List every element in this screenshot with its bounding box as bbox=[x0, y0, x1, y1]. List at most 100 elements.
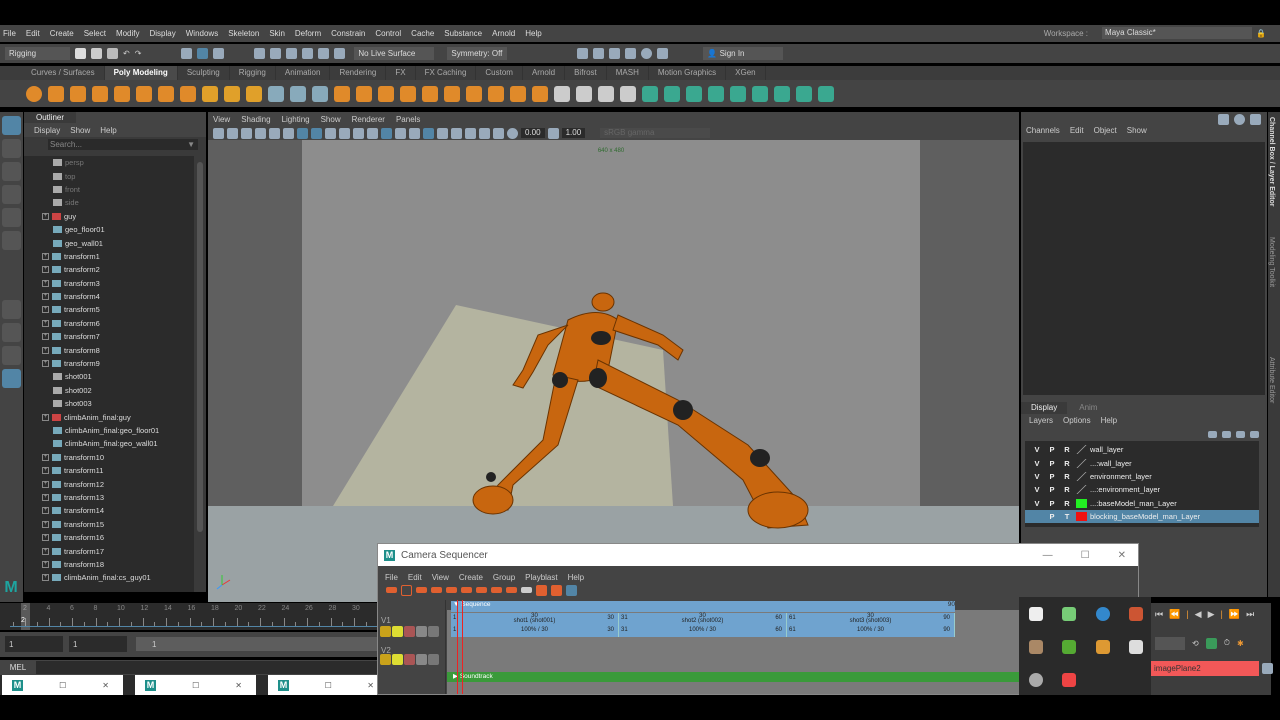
layer-color-swatch[interactable] bbox=[1076, 471, 1087, 481]
expand-icon[interactable]: + bbox=[42, 212, 49, 220]
viewport-menu-renderer[interactable]: Renderer bbox=[352, 115, 385, 124]
restore-icon[interactable]: ☐ bbox=[325, 681, 332, 690]
shelf-tab-sculpting[interactable]: Sculpting bbox=[178, 66, 230, 80]
seq-menu-edit[interactable]: Edit bbox=[408, 573, 422, 582]
multi-cut-icon[interactable] bbox=[554, 85, 570, 102]
shelf-tab-rigging[interactable]: Rigging bbox=[230, 66, 276, 80]
menu-select[interactable]: Select bbox=[84, 29, 106, 38]
sign-in-button[interactable]: 👤 Sign In bbox=[703, 47, 784, 60]
expand-icon[interactable]: + bbox=[42, 507, 49, 515]
outliner-item[interactable]: + transform2 bbox=[24, 263, 194, 276]
expand-icon[interactable]: + bbox=[42, 480, 49, 488]
nvidia-icon[interactable] bbox=[1062, 640, 1076, 654]
poly-cube-icon[interactable] bbox=[48, 85, 64, 102]
type-icon[interactable] bbox=[224, 85, 240, 102]
layer-toggle-v[interactable]: V bbox=[1031, 459, 1043, 468]
viewport-menu-show[interactable]: Show bbox=[321, 115, 341, 124]
new-layer-selected-icon[interactable] bbox=[1250, 430, 1259, 438]
shelf-tab-motion-graphics[interactable]: Motion Graphics bbox=[649, 66, 727, 80]
open-scene-icon[interactable] bbox=[91, 48, 102, 59]
boolean-icon[interactable] bbox=[334, 85, 350, 102]
shelf-tab-curves[interactable]: Curves / Surfaces bbox=[22, 66, 105, 80]
mute-icon[interactable] bbox=[521, 587, 532, 593]
side-tab-channel-box[interactable]: Channel Box / Layer Editor bbox=[1268, 112, 1275, 232]
menu-display[interactable]: Display bbox=[150, 29, 176, 38]
outliner-item[interactable]: + transform5 bbox=[24, 303, 194, 316]
layer-toggle-v[interactable]: V bbox=[1031, 445, 1043, 454]
layer-toggle-p[interactable]: P bbox=[1046, 445, 1058, 454]
create-shot-icon[interactable] bbox=[386, 587, 397, 593]
camera-select-icon[interactable] bbox=[213, 127, 224, 139]
xray-icon[interactable] bbox=[423, 127, 434, 139]
range-slider[interactable]: 1 bbox=[136, 637, 378, 651]
command-input[interactable] bbox=[36, 661, 378, 674]
roll-icon[interactable] bbox=[491, 587, 502, 593]
menu-arnold[interactable]: Arnold bbox=[492, 29, 515, 38]
pause-icon[interactable] bbox=[657, 48, 669, 59]
layer-menu-layers[interactable]: Layers bbox=[1029, 416, 1053, 425]
shot-clip[interactable]: 1 30 30 shot1 (shot001) 100% / 30 1 30 bbox=[451, 613, 619, 637]
render-settings-icon[interactable] bbox=[625, 48, 637, 59]
expand-icon[interactable]: + bbox=[42, 493, 49, 501]
outliner-item[interactable]: + climbAnim_final:cs_guy01 bbox=[24, 571, 194, 584]
viewport-3d-view[interactable]: 640 x 480 bbox=[208, 140, 1019, 602]
frame-all-icon[interactable] bbox=[566, 584, 577, 596]
expand-icon[interactable]: + bbox=[42, 346, 49, 354]
poly-cone-icon[interactable] bbox=[92, 85, 108, 102]
shelf-tab-fx-caching[interactable]: FX Caching bbox=[416, 66, 477, 80]
scale-tool-icon[interactable] bbox=[2, 231, 21, 250]
outliner-item[interactable]: + guy bbox=[24, 210, 194, 223]
automatic-map-icon[interactable] bbox=[730, 85, 746, 102]
loop-icon[interactable]: ⟲ bbox=[1192, 639, 1199, 648]
color-space-dropdown[interactable]: sRGB gamma bbox=[600, 128, 711, 138]
side-tab-attribute-editor[interactable]: Attribute Editor bbox=[1268, 352, 1275, 472]
outliner-item[interactable]: + transform11 bbox=[24, 464, 194, 477]
smooth-shade-icon[interactable] bbox=[381, 127, 392, 139]
wireframe-on-shaded-icon[interactable] bbox=[395, 127, 406, 139]
expand-icon[interactable]: + bbox=[42, 306, 49, 314]
menu-skin[interactable]: Skin bbox=[269, 29, 285, 38]
film-gate-icon[interactable] bbox=[283, 127, 294, 139]
ambient-occlusion-icon[interactable] bbox=[465, 127, 476, 139]
layer-color-swatch[interactable] bbox=[1076, 485, 1087, 495]
playback-speed-dropdown[interactable] bbox=[1155, 636, 1185, 650]
minimized-window-1[interactable]: M ☐ ✕ bbox=[2, 675, 123, 695]
layer-toggle-v[interactable]: V bbox=[1031, 472, 1043, 481]
solo-icon[interactable] bbox=[392, 654, 403, 665]
menu-file[interactable]: File bbox=[3, 29, 16, 38]
s-app-icon[interactable] bbox=[1062, 673, 1076, 687]
poly-torus-icon[interactable] bbox=[114, 85, 130, 102]
split-shot-icon[interactable] bbox=[416, 587, 427, 593]
shot-clip[interactable]: 31 60 30 shot2 (shot002) 100% / 30 31 60 bbox=[619, 613, 787, 637]
shelf-tab-poly-modeling[interactable]: Poly Modeling bbox=[104, 66, 178, 80]
live-surface-field[interactable]: No Live Surface bbox=[354, 47, 435, 60]
expand-icon[interactable]: + bbox=[42, 453, 49, 461]
layer-toggle-r[interactable]: R bbox=[1061, 499, 1073, 508]
seq-menu-playblast[interactable]: Playblast bbox=[525, 573, 557, 582]
auto-key-icon[interactable]: ⏱ bbox=[1224, 638, 1230, 648]
start-time-field[interactable]: 1 bbox=[5, 636, 63, 652]
sync-check-icon[interactable] bbox=[1062, 607, 1076, 621]
select-object-icon[interactable] bbox=[197, 48, 209, 59]
bookmark-icon[interactable] bbox=[241, 127, 252, 139]
expand-icon[interactable]: + bbox=[42, 547, 49, 555]
menu-deform[interactable]: Deform bbox=[295, 29, 321, 38]
sew-uv-icon[interactable] bbox=[818, 85, 834, 102]
outliner-item[interactable]: geo_wall01 bbox=[24, 236, 194, 249]
step-back-icon[interactable]: ⏪ bbox=[1169, 609, 1180, 620]
outliner-item[interactable]: + transform17 bbox=[24, 544, 194, 557]
outliner-item[interactable]: geo_floor01 bbox=[24, 223, 194, 236]
move-up-icon[interactable] bbox=[416, 654, 427, 665]
go-to-end-icon[interactable]: ⏭ bbox=[1246, 609, 1254, 620]
exposure-field[interactable]: 0.00 bbox=[521, 128, 545, 138]
rotate-tool-icon[interactable] bbox=[2, 208, 21, 227]
smooth-icon[interactable] bbox=[312, 85, 328, 102]
seq-menu-create[interactable]: Create bbox=[459, 573, 483, 582]
minimized-window-3[interactable]: M ☐ ✕ bbox=[268, 675, 378, 695]
hypershade-icon[interactable] bbox=[641, 48, 653, 59]
select-hierarchy-icon[interactable] bbox=[181, 48, 193, 59]
resolution-gate-icon[interactable] bbox=[297, 127, 308, 139]
snap-view-icon[interactable] bbox=[302, 48, 314, 59]
expand-icon[interactable]: + bbox=[42, 252, 49, 260]
attribute-icon[interactable] bbox=[1234, 114, 1245, 125]
